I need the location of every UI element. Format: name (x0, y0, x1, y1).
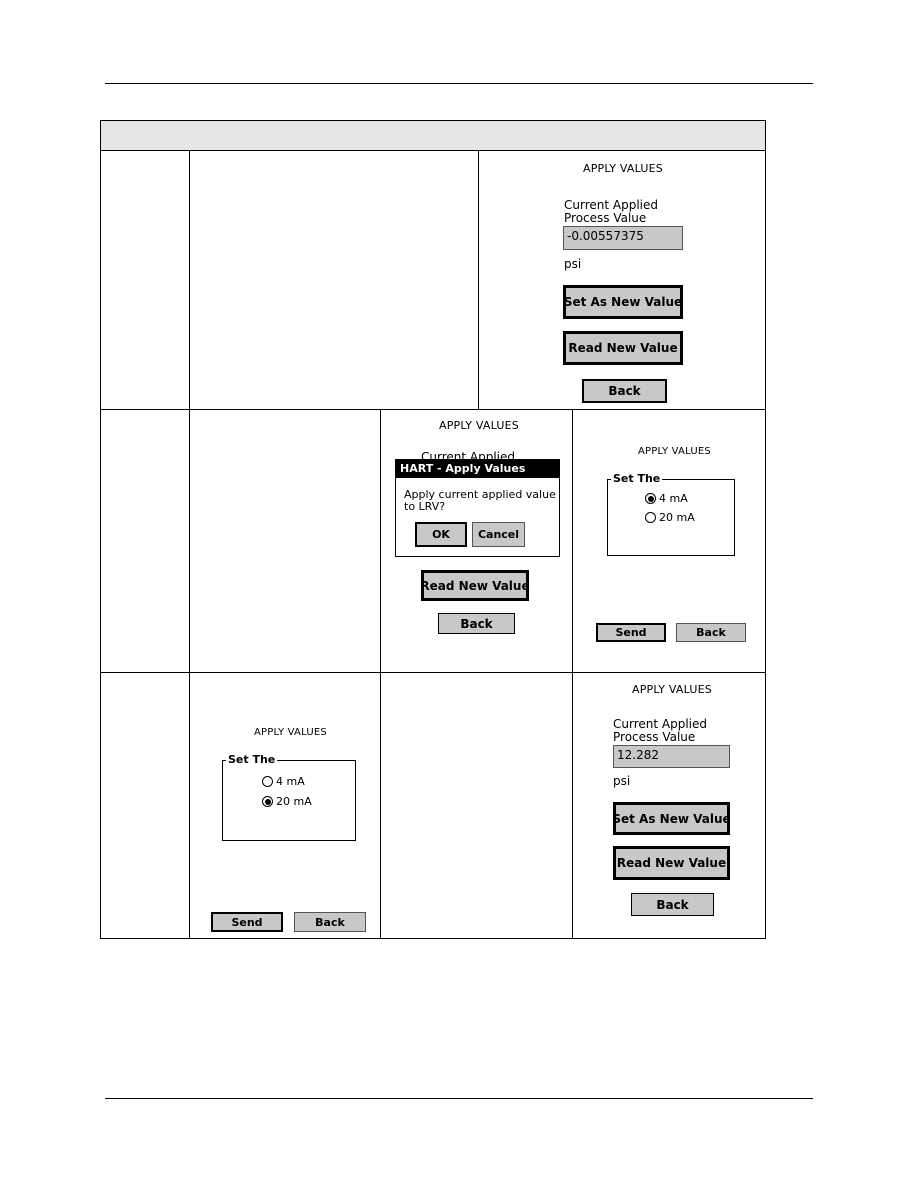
radio-label: 20 mA (659, 511, 695, 524)
row3-action-cell (380, 672, 573, 939)
radio-label: 4 mA (276, 775, 305, 788)
row1-step-cell (100, 150, 190, 410)
screen-title: APPLY VALUES (583, 162, 663, 175)
confirm-dialog: HART - Apply Values Apply current applie… (395, 459, 560, 557)
row2-step-cell (100, 409, 190, 673)
radio-unselected-icon (262, 776, 273, 787)
row1-screen-cell (478, 150, 766, 410)
dialog-message-line2: to LRV? (404, 500, 446, 513)
set-as-new-value-button[interactable]: Set As New Value (612, 802, 731, 835)
process-value-label: Process Value (613, 730, 696, 744)
send-button[interactable]: Send (596, 623, 666, 642)
read-new-value-button[interactable]: Read New Value (563, 331, 683, 365)
back-button[interactable]: Back (582, 379, 667, 403)
radio-selected-icon (262, 796, 273, 807)
process-value-field[interactable]: -0.00557375 (563, 226, 683, 250)
back-button[interactable]: Back (438, 613, 515, 634)
screen-title: APPLY VALUES (632, 683, 712, 696)
radio-20ma[interactable]: 20 mA (645, 511, 695, 524)
read-new-value-button[interactable]: Read New Value (420, 570, 530, 601)
dialog-ok-button[interactable]: OK (415, 522, 467, 547)
row2-action-cell (189, 409, 381, 673)
read-new-value-button[interactable]: Read New Value (613, 846, 730, 880)
screen-title: APPLY VALUES (439, 419, 519, 432)
back-button[interactable]: Back (631, 893, 714, 916)
current-applied-label-partial: Current Applied (421, 451, 515, 459)
back-button[interactable]: Back (294, 912, 366, 932)
radio-selected-icon (645, 493, 656, 504)
unit-label: psi (564, 257, 582, 271)
row1-action-cell (189, 150, 479, 410)
radio-4ma[interactable]: 4 mA (645, 492, 688, 505)
radio-label: 20 mA (276, 795, 312, 808)
row3-step-cell (100, 672, 190, 939)
footer-rule (105, 1098, 813, 1099)
group-label: Set The (611, 472, 663, 485)
group-label: Set The (226, 753, 278, 766)
radio-4ma[interactable]: 4 mA (262, 775, 305, 788)
back-button[interactable]: Back (676, 623, 746, 642)
process-value-field[interactable]: 12.282 (613, 745, 730, 768)
radio-label: 4 mA (659, 492, 688, 505)
table-header-row (100, 120, 766, 151)
screen-title: APPLY VALUES (254, 727, 327, 738)
dialog-cancel-button[interactable]: Cancel (472, 522, 525, 547)
set-as-new-value-button[interactable]: Set As New Value (563, 285, 683, 319)
dialog-message: Apply current applied value to LRV? (404, 489, 556, 513)
dialog-title-bar: HART - Apply Values (396, 460, 559, 478)
screen-title: APPLY VALUES (638, 446, 711, 457)
radio-unselected-icon (645, 512, 656, 523)
header-rule (105, 83, 813, 84)
send-button[interactable]: Send (211, 912, 283, 932)
process-value-label: Process Value (564, 211, 647, 225)
unit-label: psi (613, 774, 631, 788)
radio-20ma[interactable]: 20 mA (262, 795, 312, 808)
